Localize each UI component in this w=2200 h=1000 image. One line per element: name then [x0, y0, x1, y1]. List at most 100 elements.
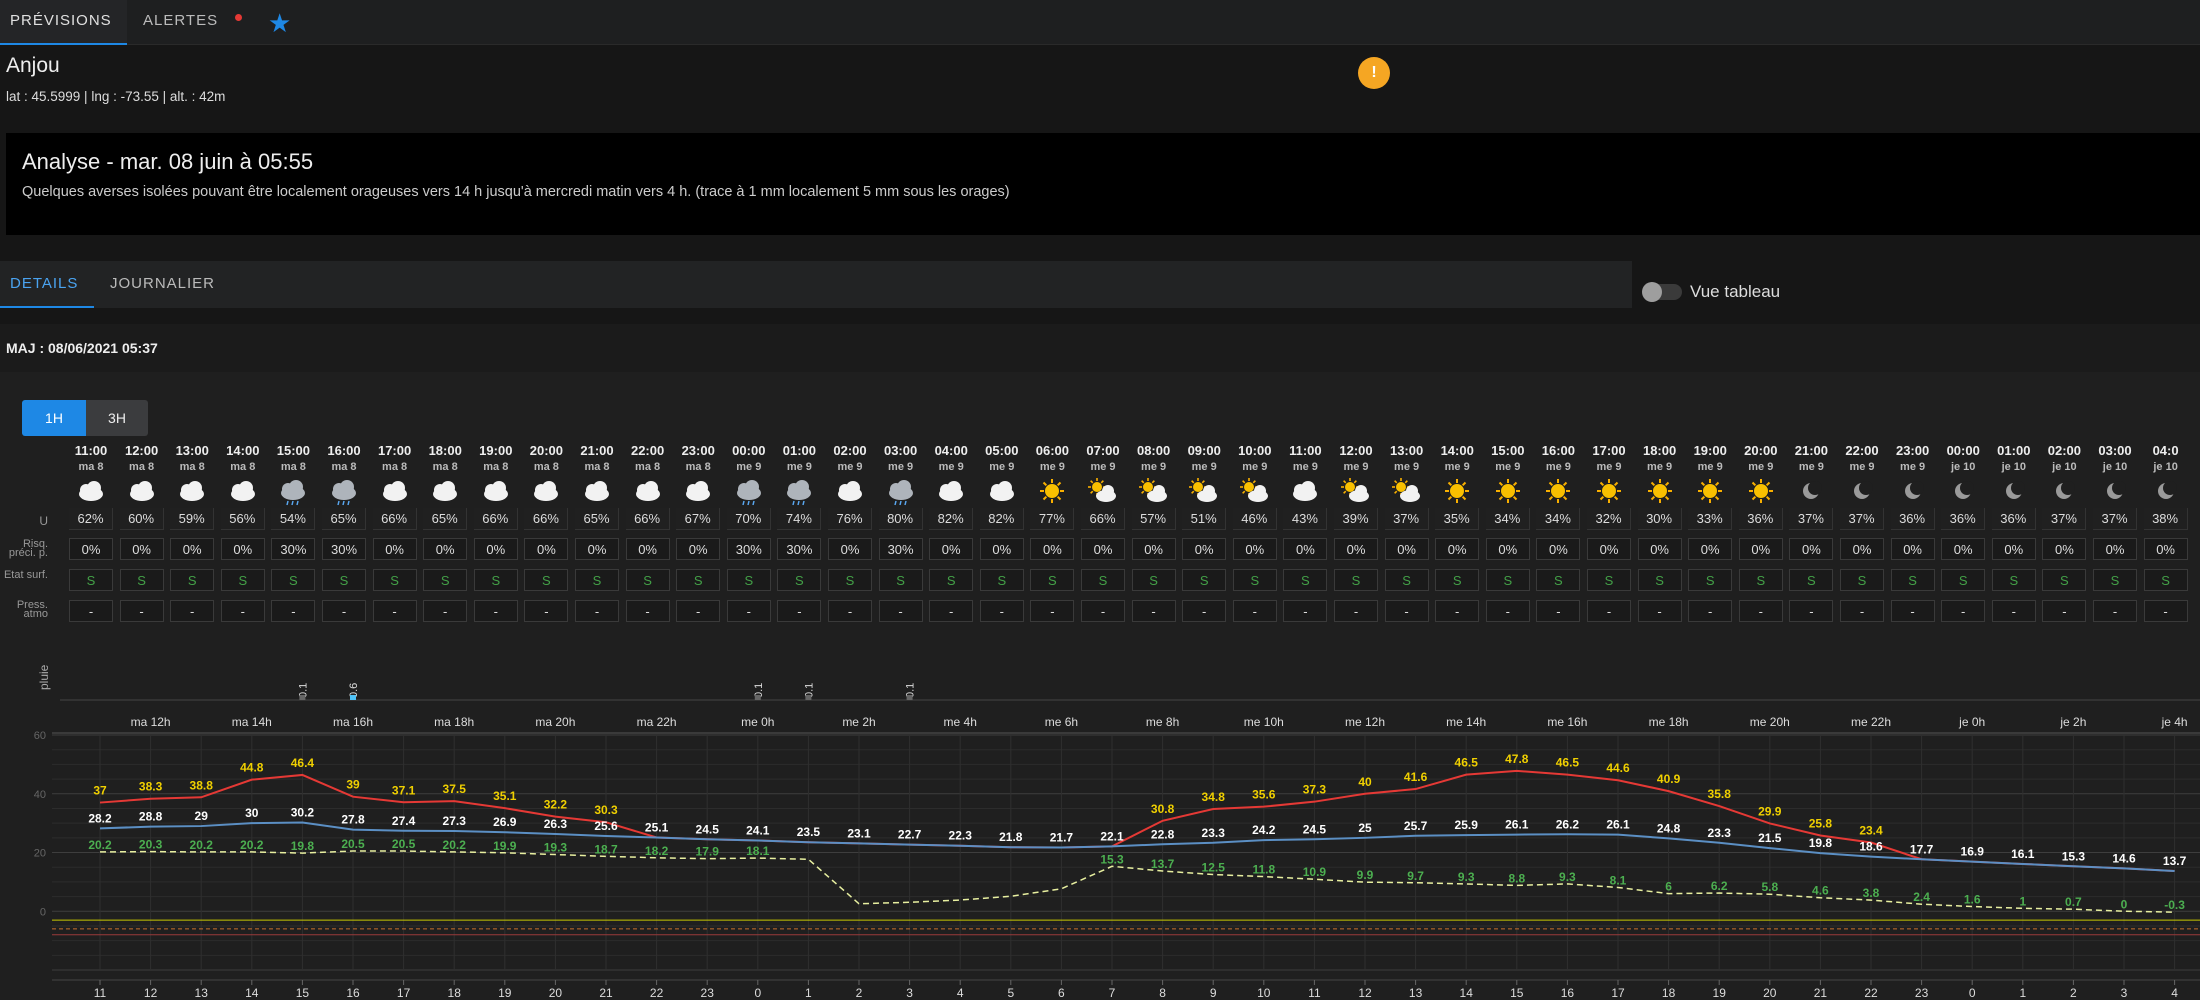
- forecast-time: 12:00: [124, 443, 159, 458]
- forecast-time: 15:00: [1491, 443, 1525, 458]
- humidity-cell: 65%: [423, 508, 468, 530]
- hot-value-label: 30.3: [594, 803, 618, 817]
- temp-value-label: 17.7: [1910, 842, 1934, 856]
- etat-cell: S: [1941, 569, 1986, 591]
- hour-label: 14: [1460, 986, 1474, 1000]
- sun-cloud-icon: [1383, 476, 1431, 506]
- humidity-cell: 37%: [1789, 508, 1834, 530]
- warning-triangle-icon[interactable]: !: [1358, 57, 1390, 89]
- etat-cell: S: [1637, 569, 1682, 591]
- toggle-knob[interactable]: [1642, 282, 1662, 302]
- press-cell: -: [979, 600, 1024, 622]
- tab-journalier[interactable]: JOURNALIER: [100, 261, 230, 308]
- forecast-time: 15:00: [276, 443, 311, 458]
- humidity-cell: 38%: [2143, 508, 2188, 530]
- temp-value-label: 23.3: [1708, 826, 1732, 840]
- cloud-icon: [573, 476, 621, 506]
- forecast-time: 19:00: [1693, 443, 1727, 458]
- rain-bar: [906, 695, 913, 700]
- temp-value-label: 19.8: [1809, 836, 1833, 850]
- hot-value-label: 37: [93, 784, 107, 798]
- hot-value-label: 46.4: [291, 756, 315, 770]
- tab-details[interactable]: DETAILS: [0, 261, 94, 308]
- forecast-time: 22:00: [630, 443, 665, 458]
- hour-label: 4: [957, 986, 964, 1000]
- humidity-cell: 37%: [1840, 508, 1884, 530]
- moon-icon: [2091, 476, 2139, 506]
- time-label: me 18h: [1649, 715, 1689, 729]
- rain-band: [52, 650, 2200, 700]
- forecast-time: 23:00: [681, 443, 715, 458]
- forecast-time: 03:00: [2098, 443, 2132, 458]
- etat-cell: S: [1182, 569, 1227, 591]
- dew-value-label: 20.2: [443, 838, 467, 852]
- risk-cell: 0%: [1030, 538, 1075, 560]
- humidity-cell: 65%: [322, 508, 366, 530]
- hot-value-label: 44.8: [240, 761, 264, 775]
- star-icon[interactable]: ★: [268, 8, 291, 39]
- moon-icon: [1990, 476, 2038, 506]
- temp-value-label: 22.7: [898, 828, 922, 842]
- hot-value-label: 37.3: [1303, 783, 1327, 797]
- sun-icon: [1484, 476, 1532, 506]
- risk-cell: 0%: [1081, 538, 1125, 560]
- hot-value-label: 44.6: [1606, 761, 1630, 775]
- rain-bar: [299, 695, 306, 700]
- dew-value-label: 9.7: [1407, 869, 1424, 883]
- forecast-day: me 9: [1495, 461, 1521, 473]
- risk-cell: 0%: [1232, 538, 1277, 560]
- forecast-time: 00:00: [732, 443, 766, 458]
- press-cell: -: [170, 600, 215, 622]
- etat-cell: S: [1334, 569, 1378, 591]
- etat-cell: S: [878, 569, 923, 591]
- dew-value-label: 2.4: [1913, 890, 1930, 904]
- row-label-u: U: [39, 514, 48, 528]
- row-label-etat: Etat surf.: [3, 569, 48, 581]
- forecast-day: me 9: [1596, 461, 1622, 473]
- forecast-day: ma 8: [78, 461, 104, 473]
- etat-cell: S: [2143, 569, 2188, 591]
- temp-value-label: 26.2: [1556, 817, 1580, 831]
- risk-cell: 0%: [1890, 538, 1935, 560]
- tab-previsions[interactable]: PRÉVISIONS: [0, 0, 127, 45]
- time-label: me 6h: [1045, 715, 1078, 729]
- dew-value-label: 19.8: [291, 839, 315, 853]
- moon-icon: [1889, 476, 1937, 506]
- risk-cell: 0%: [979, 538, 1024, 560]
- tab-alertes-label: ALERTES: [143, 12, 219, 29]
- risk-cell: 30%: [878, 538, 923, 560]
- press-cell: -: [1587, 600, 1631, 622]
- hour-label: 15: [296, 986, 310, 1000]
- forecast-day: me 9: [837, 461, 863, 473]
- forecast-day: me 9: [1141, 461, 1167, 473]
- rain-bar: [754, 695, 761, 700]
- press-cell: -: [1384, 600, 1429, 622]
- temp-value-label: 24.8: [1657, 821, 1681, 835]
- risk-cell: 0%: [1485, 538, 1530, 560]
- rain-bar: [350, 695, 356, 700]
- forecast-day: je 10: [2102, 461, 2128, 473]
- interval-3h-button[interactable]: 3H: [86, 400, 148, 436]
- press-cell: -: [625, 600, 670, 622]
- etat-cell: S: [1890, 569, 1935, 591]
- humidity-cell: 37%: [2093, 508, 2137, 530]
- hour-label: 11: [1308, 986, 1321, 1000]
- press-cell: -: [777, 600, 822, 622]
- interval-1h-button[interactable]: 1H: [22, 400, 86, 436]
- temp-value-label: 21.7: [1050, 831, 1074, 845]
- tab-alertes[interactable]: ALERTES: [133, 0, 242, 45]
- etat-cell: S: [1131, 569, 1176, 591]
- etat-cell: S: [979, 569, 1024, 591]
- hot-value-label: 34.8: [1202, 790, 1226, 804]
- time-label: me 8h: [1146, 715, 1179, 729]
- sun-icon: [1433, 476, 1481, 506]
- hot-value-label: 29.9: [1758, 804, 1782, 818]
- temp-value-label: 27.4: [392, 814, 416, 828]
- etat-cell: S: [322, 569, 366, 591]
- temp-value-label: 18.6: [1859, 840, 1883, 854]
- temp-value-label: 28.8: [139, 810, 163, 824]
- risk-cell: 0%: [1941, 538, 1986, 560]
- hot-value-label: 40.9: [1657, 772, 1681, 786]
- etat-cell: S: [929, 569, 974, 591]
- y-tick: 60: [34, 730, 46, 742]
